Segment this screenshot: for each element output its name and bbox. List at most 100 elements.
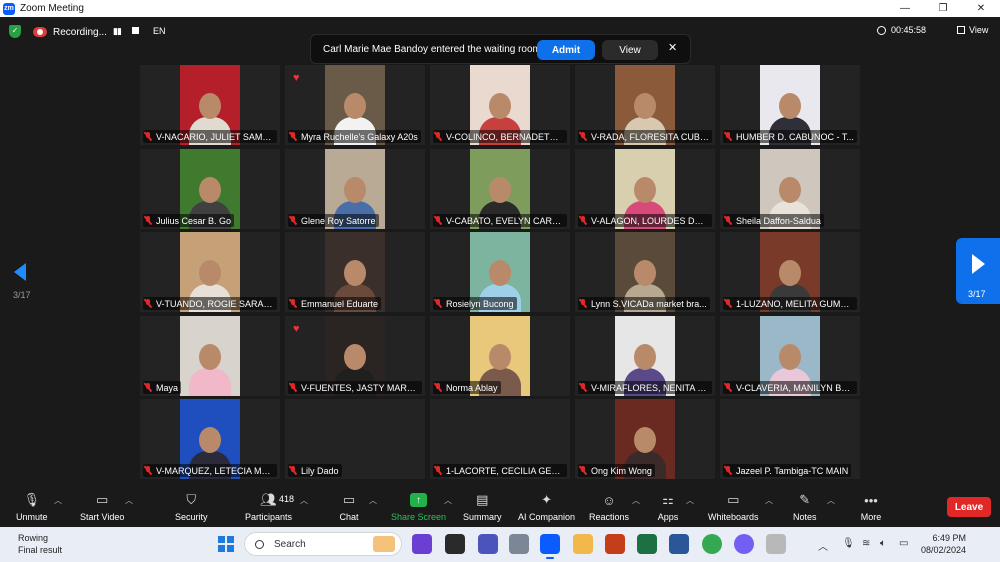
minimize-button[interactable]: — bbox=[886, 0, 924, 17]
participant-tile[interactable]: Julius Cesar B. Go bbox=[140, 149, 280, 229]
participant-name-tag: V-TUANDO, ROGIE SARAO... bbox=[143, 297, 277, 310]
participant-tile[interactable]: ♥ Myra Ruchelle's Galaxy A20s bbox=[285, 65, 425, 145]
notepad-app-icon[interactable] bbox=[766, 534, 786, 554]
summary-button[interactable]: ▤ Summary bbox=[463, 490, 502, 522]
participant-name: V-TUANDO, ROGIE SARAO... bbox=[156, 298, 274, 309]
security-button[interactable]: ⛉ Security bbox=[175, 490, 208, 522]
copilot-app-icon[interactable] bbox=[412, 534, 432, 554]
reactions-button[interactable]: ☺ Reactions bbox=[589, 490, 629, 523]
more-button[interactable]: ••• More bbox=[860, 490, 882, 523]
next-page-button[interactable]: 3/17 bbox=[956, 238, 1000, 304]
reactions-options-chevron-icon[interactable]: ︿ bbox=[632, 495, 640, 506]
whiteboard-icon: ▭ bbox=[727, 492, 740, 507]
participant-tile[interactable]: V-TUANDO, ROGIE SARAO... bbox=[140, 232, 280, 312]
previous-page-arrow-icon[interactable] bbox=[14, 263, 26, 281]
participant-tile[interactable]: ♥ V-FUENTES, JASTY MART L... bbox=[285, 316, 425, 396]
audio-options-chevron-icon[interactable]: ︿ bbox=[54, 495, 62, 506]
whiteboards-options-chevron-icon[interactable]: ︿ bbox=[765, 495, 773, 506]
participant-face bbox=[344, 177, 366, 203]
notes-button[interactable]: ✎ Notes bbox=[793, 490, 817, 522]
powerpoint-app-icon[interactable] bbox=[605, 534, 625, 554]
teams-app-icon[interactable] bbox=[478, 534, 498, 554]
participant-tile[interactable]: V-CABATO, EVELYN CARPIO bbox=[430, 149, 570, 229]
participant-tile[interactable]: Maya bbox=[140, 316, 280, 396]
notes-label: Notes bbox=[793, 512, 817, 522]
excel-app-icon[interactable] bbox=[637, 534, 657, 554]
participants-options-chevron-icon[interactable]: ︿ bbox=[300, 495, 308, 506]
participant-name: 1-LACORTE, CECILIA GENTI... bbox=[446, 465, 564, 476]
whiteboards-button[interactable]: ▭ Whiteboards bbox=[708, 490, 759, 522]
participant-tile[interactable]: 1-LACORTE, CECILIA GENTI... bbox=[430, 399, 570, 479]
participant-tile[interactable]: V-ALAGON, LOURDES DUA... bbox=[575, 149, 715, 229]
participant-tile[interactable]: Ong Kim Wong bbox=[575, 399, 715, 479]
participant-tile[interactable]: V-COLINCO, BERNADETH ... bbox=[430, 65, 570, 145]
sparkle-icon: ✦ bbox=[541, 492, 552, 507]
participant-tile[interactable]: V-MIRAFLORES, NENITA PE... bbox=[575, 316, 715, 396]
meeting-toolbar: 🎙︎ Unmute ︿ ▭ Start Video ︿ ⛉ Security 👥… bbox=[0, 485, 1000, 527]
participant-tile[interactable]: V-MARQUEZ, LETECIA MAP... bbox=[140, 399, 280, 479]
chat-options-chevron-icon[interactable]: ︿ bbox=[369, 495, 377, 506]
participant-tile[interactable]: Lily Dado bbox=[285, 399, 425, 479]
restore-button[interactable]: ❐ bbox=[924, 0, 962, 17]
participant-tile[interactable]: Sheila Daffon-Saldua bbox=[720, 149, 860, 229]
participant-tile[interactable]: 1-LUZANO, MELITA GUMELA bbox=[720, 232, 860, 312]
participant-tile[interactable]: V-RADA, FLORESITA CUBILO bbox=[575, 65, 715, 145]
zoom-app-icon[interactable] bbox=[540, 534, 560, 559]
participant-face bbox=[199, 344, 221, 370]
battery-icon[interactable]: ▭ bbox=[899, 538, 908, 549]
participant-tile[interactable]: V-NACARIO, JULIET SAMA... bbox=[140, 65, 280, 145]
taskbar-clock[interactable]: 6:49 PM 08/02/2024 bbox=[921, 532, 966, 556]
task-view-icon[interactable] bbox=[445, 534, 465, 554]
wifi-icon[interactable]: ≋ bbox=[862, 538, 870, 549]
volume-icon[interactable]: 🔈︎ bbox=[880, 538, 886, 549]
start-video-button[interactable]: ▭ Start Video bbox=[80, 490, 124, 522]
tray-chevron-icon[interactable]: ︿ bbox=[818, 538, 828, 553]
participant-name: V-ALAGON, LOURDES DUA... bbox=[591, 215, 709, 226]
heart-reaction-icon: ♥ bbox=[293, 72, 300, 84]
unmute-button[interactable]: 🎙︎ Unmute bbox=[16, 490, 48, 522]
viber-app-icon[interactable] bbox=[734, 534, 754, 554]
security-shield-icon[interactable]: ✓ bbox=[9, 25, 21, 38]
stop-recording-icon[interactable] bbox=[132, 27, 139, 34]
muted-mic-icon bbox=[579, 132, 587, 141]
participant-tile[interactable]: Lynn S.VICADa market bra... bbox=[575, 232, 715, 312]
participant-tile[interactable]: V-CLAVERIA, MANILYN BER... bbox=[720, 316, 860, 396]
taskbar-search-box[interactable]: Search bbox=[244, 532, 402, 556]
notes-options-chevron-icon[interactable]: ︿ bbox=[827, 495, 835, 506]
muted-mic-icon bbox=[434, 383, 442, 392]
participant-tile[interactable]: Norma Ablay bbox=[430, 316, 570, 396]
microphone-tray-icon[interactable]: 🎙︎ bbox=[842, 538, 855, 549]
participant-tile[interactable]: Jazeel P. Tambiga-TC MAIN bbox=[720, 399, 860, 479]
view-button[interactable]: View bbox=[957, 25, 988, 35]
chrome-app-icon[interactable] bbox=[702, 534, 722, 554]
file-explorer-icon[interactable] bbox=[573, 534, 593, 554]
apps-options-chevron-icon[interactable]: ︿ bbox=[686, 495, 694, 506]
calculator-app-icon[interactable] bbox=[509, 534, 529, 554]
participant-tile[interactable]: HUMBER D. CABUNOC - T... bbox=[720, 65, 860, 145]
windows-start-icon[interactable] bbox=[218, 536, 234, 552]
unmute-label: Unmute bbox=[16, 512, 48, 522]
apps-button[interactable]: ⚏ Apps bbox=[657, 490, 679, 522]
window-controls: — ❐ ✕ bbox=[886, 0, 1000, 17]
chat-button[interactable]: ▭ Chat bbox=[338, 490, 360, 522]
video-options-chevron-icon[interactable]: ︿ bbox=[125, 495, 133, 506]
recording-indicator[interactable]: Recording... bbox=[33, 24, 107, 40]
language-selector[interactable]: EN bbox=[153, 26, 166, 36]
clock-icon bbox=[877, 25, 886, 35]
participants-count: 418 bbox=[279, 494, 295, 504]
close-notification-icon[interactable]: ✕ bbox=[668, 41, 677, 54]
participant-tile[interactable]: Glene Roy Satorre bbox=[285, 149, 425, 229]
participant-tile[interactable]: Rosielyn Bucong bbox=[430, 232, 570, 312]
ai-companion-button[interactable]: ✦ AI Companion bbox=[518, 490, 575, 522]
share-screen-button[interactable]: ↑ Share Screen bbox=[391, 490, 446, 522]
share-options-chevron-icon[interactable]: ︿ bbox=[444, 495, 452, 506]
admit-button[interactable]: Admit bbox=[537, 40, 595, 60]
view-waiting-room-button[interactable]: View bbox=[602, 40, 658, 60]
leave-button[interactable]: Leave bbox=[947, 497, 991, 517]
word-app-icon[interactable] bbox=[669, 534, 689, 554]
pause-recording-icon[interactable]: ▮▮ bbox=[113, 26, 122, 37]
participant-name-tag: Emmanuel Eduarte bbox=[288, 297, 382, 310]
participant-tile[interactable]: Emmanuel Eduarte bbox=[285, 232, 425, 312]
close-window-button[interactable]: ✕ bbox=[962, 0, 1000, 17]
news-widget[interactable]: Rowing Final result bbox=[18, 532, 62, 556]
